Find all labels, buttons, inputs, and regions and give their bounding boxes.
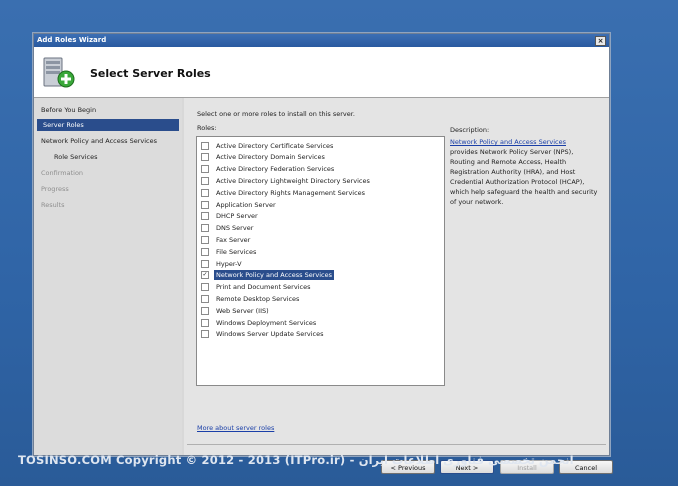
role-label: Network Policy and Access Services — [214, 270, 334, 281]
role-item[interactable]: Web Server (IIS) — [201, 305, 271, 316]
role-item[interactable]: Fax Server — [201, 234, 252, 245]
role-item[interactable]: Application Server — [201, 199, 278, 210]
role-label: Active Directory Certificate Services — [216, 141, 334, 150]
role-label: Hyper-V — [216, 259, 242, 268]
description-text: provides Network Policy Server (NPS), Ro… — [450, 148, 598, 206]
role-checkbox[interactable] — [201, 165, 209, 174]
role-checkbox[interactable] — [201, 141, 209, 150]
role-checkbox[interactable] — [201, 283, 209, 292]
role-item[interactable]: Active Directory Domain Services — [201, 152, 327, 163]
instruction-text: Select one or more roles to install on t… — [197, 110, 355, 118]
role-label: Windows Server Update Services — [216, 330, 324, 339]
role-label: Active Directory Domain Services — [216, 153, 325, 162]
role-label: Active Directory Rights Management Servi… — [216, 188, 366, 197]
role-item[interactable]: Hyper-V — [201, 258, 244, 269]
role-label: DNS Server — [216, 224, 254, 233]
role-item[interactable]: ✓ Network Policy and Access Services — [201, 270, 334, 281]
button-separator — [187, 444, 606, 445]
role-checkbox[interactable] — [201, 212, 209, 221]
title-bar: Add Roles Wizard × — [34, 34, 609, 47]
wizard-header: Select Server Roles — [34, 47, 609, 98]
role-checkbox[interactable] — [201, 235, 209, 244]
more-about-server-roles-link[interactable]: More about server roles — [197, 424, 274, 432]
nav-item-results: Results — [41, 201, 65, 209]
role-checkbox[interactable] — [201, 259, 209, 268]
page-title: Select Server Roles — [90, 67, 211, 80]
role-label: Fax Server — [216, 235, 251, 244]
role-label: Print and Document Services — [216, 283, 311, 292]
role-checkbox[interactable] — [201, 176, 209, 185]
nav-item-network-policy[interactable]: Network Policy and Access Services — [41, 135, 157, 147]
role-item[interactable]: Active Directory Federation Services — [201, 164, 336, 175]
nav-item-role-services[interactable]: Role Services — [54, 151, 97, 163]
add-roles-wizard-window: Add Roles Wizard × Select Server Roles B… — [33, 33, 613, 474]
role-item[interactable]: DHCP Server — [201, 211, 260, 222]
nav-item-server-roles[interactable]: Server Roles — [37, 119, 179, 131]
description-link[interactable]: Network Policy and Access Services — [450, 138, 566, 146]
role-item[interactable]: Windows Server Update Services — [201, 329, 325, 340]
role-label: DHCP Server — [216, 212, 258, 221]
role-checkbox[interactable] — [201, 294, 209, 303]
role-label: File Services — [216, 247, 257, 256]
role-checkbox[interactable] — [201, 330, 209, 339]
role-checkbox[interactable]: ✓ — [201, 271, 209, 280]
role-item[interactable]: Windows Deployment Services — [201, 317, 318, 328]
window-title: Add Roles Wizard — [37, 36, 107, 44]
role-label: Active Directory Federation Services — [216, 165, 335, 174]
role-label: Application Server — [216, 200, 276, 209]
wizard-content: Select one or more roles to install on t… — [184, 98, 613, 474]
role-checkbox[interactable] — [201, 224, 209, 233]
role-label: Remote Desktop Services — [216, 294, 300, 303]
role-item[interactable]: Active Directory Lightweight Directory S… — [201, 175, 372, 186]
role-checkbox[interactable] — [201, 153, 209, 162]
roles-listbox[interactable]: Active Directory Certificate Services Act… — [196, 136, 445, 386]
role-label: Active Directory Lightweight Directory S… — [216, 176, 370, 185]
role-checkbox[interactable] — [201, 188, 209, 197]
role-checkbox[interactable] — [201, 318, 209, 327]
role-item[interactable]: File Services — [201, 246, 258, 257]
role-item[interactable]: Active Directory Certificate Services — [201, 140, 335, 151]
role-item[interactable]: DNS Server — [201, 223, 255, 234]
roles-label: Roles: — [197, 124, 217, 132]
role-label: Web Server (IIS) — [216, 306, 269, 315]
wizard-steps-nav: Before You Begin Server Roles Network Po… — [34, 98, 182, 455]
nav-item-confirmation: Confirmation — [41, 169, 84, 177]
close-button[interactable]: × — [595, 36, 606, 46]
description-label: Description: — [450, 126, 490, 134]
role-checkbox[interactable] — [201, 200, 209, 209]
nav-item-before-you-begin[interactable]: Before You Begin — [41, 104, 96, 116]
role-item[interactable]: Remote Desktop Services — [201, 293, 301, 304]
role-item[interactable]: Print and Document Services — [201, 282, 312, 293]
role-label: Windows Deployment Services — [216, 318, 317, 327]
copyright-watermark: TOSINSO.COM Copyright © 2012 - 2013 (ITP… — [18, 453, 574, 467]
server-roles-wizard-icon — [43, 57, 75, 88]
role-checkbox[interactable] — [201, 306, 209, 315]
nav-item-progress: Progress — [41, 185, 69, 193]
role-item[interactable]: Active Directory Rights Management Servi… — [201, 187, 367, 198]
role-checkbox[interactable] — [201, 247, 209, 256]
